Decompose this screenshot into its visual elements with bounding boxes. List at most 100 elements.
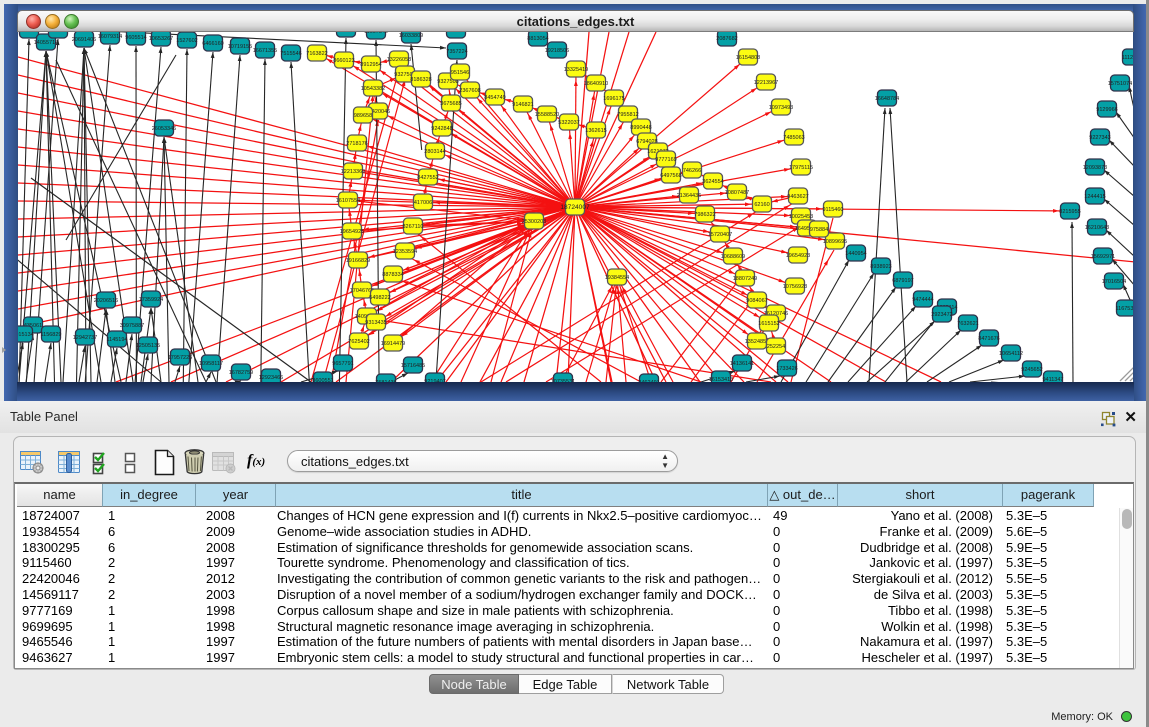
svg-text:1156829: 1156829: [40, 332, 61, 338]
svg-text:2923472: 2923472: [931, 312, 952, 318]
svg-text:19654925: 19654925: [340, 229, 364, 235]
svg-text:10688609: 10688609: [721, 254, 745, 260]
svg-text:13325419: 13325419: [564, 67, 588, 73]
svg-text:8600551: 8600551: [312, 378, 333, 382]
svg-text:2367608: 2367608: [459, 88, 480, 94]
svg-text:8215955: 8215955: [1059, 209, 1080, 215]
svg-text:6879197: 6879197: [892, 278, 913, 284]
svg-text:10653267: 10653267: [149, 36, 173, 42]
svg-text:5322037: 5322037: [558, 120, 579, 126]
svg-text:12923466: 12923466: [259, 375, 283, 381]
svg-text:20206516: 20206516: [94, 298, 118, 304]
svg-text:9146821: 9146821: [512, 102, 533, 108]
svg-text:7625402: 7625402: [348, 339, 369, 345]
svg-text:12505135: 12505135: [136, 343, 160, 349]
svg-text:8454749: 8454749: [484, 95, 505, 101]
svg-text:3624554: 3624554: [702, 179, 723, 185]
svg-text:15588520: 15588520: [535, 112, 559, 118]
svg-text:14136141: 14136141: [730, 361, 754, 367]
svg-text:18807249: 18807249: [733, 276, 757, 282]
svg-text:6497568: 6497568: [660, 173, 681, 179]
svg-text:19166829: 19166829: [346, 258, 370, 264]
svg-text:7357224: 7357224: [446, 49, 467, 55]
svg-text:2462491: 2462491: [638, 380, 659, 382]
svg-text:9245652: 9245652: [1021, 367, 1042, 373]
svg-text:9411347: 9411347: [1042, 377, 1063, 382]
svg-text:10807487: 10807487: [725, 190, 749, 196]
svg-text:1167533: 1167533: [1115, 306, 1134, 312]
svg-text:17359924: 17359924: [139, 297, 163, 303]
svg-text:26053346: 26053346: [152, 126, 176, 132]
svg-text:8990448: 8990448: [630, 125, 651, 131]
svg-text:17016504: 17016504: [1102, 279, 1126, 285]
svg-text:1733426: 1733426: [776, 366, 797, 372]
svg-text:12353594: 12353594: [393, 249, 417, 255]
svg-text:10958117: 10958117: [199, 361, 223, 367]
svg-text:1244415: 1244415: [1084, 194, 1105, 200]
svg-text:7163822: 7163822: [306, 51, 327, 57]
svg-text:9227343: 9227343: [1089, 135, 1110, 141]
svg-text:17957225: 17957225: [168, 355, 192, 361]
svg-text:9084067: 9084067: [746, 298, 767, 304]
svg-text:15716485: 15716485: [401, 363, 425, 369]
svg-text:16107554: 16107554: [336, 198, 360, 204]
svg-text:17975115: 17975115: [789, 165, 813, 171]
svg-text:1527602: 1527602: [176, 38, 197, 44]
svg-text:19384554: 19384554: [605, 275, 629, 281]
svg-text:16153413: 16153413: [709, 377, 733, 382]
svg-text:18640910: 18640910: [584, 81, 608, 87]
svg-text:9129966: 9129966: [1096, 107, 1117, 113]
svg-text:2718176: 2718176: [346, 141, 367, 147]
svg-text:16079314: 16079314: [98, 34, 122, 40]
svg-text:16033809: 16033809: [399, 33, 423, 39]
svg-text:1440954: 1440954: [845, 251, 866, 257]
svg-text:10719155: 10719155: [228, 44, 252, 50]
svg-text:9115460: 9115460: [822, 207, 843, 213]
svg-text:12093873: 12093873: [1083, 165, 1107, 171]
svg-text:16914479: 16914479: [381, 341, 405, 347]
svg-text:9777169: 9777169: [655, 157, 676, 163]
svg-text:15720407: 15720407: [708, 232, 732, 238]
svg-text:2803144: 2803144: [424, 149, 445, 155]
svg-text:10735531: 10735531: [551, 379, 575, 382]
svg-text:7581436: 7581436: [375, 380, 396, 382]
svg-text:1362615: 1362615: [585, 128, 606, 134]
svg-text:9242848: 9242848: [431, 126, 452, 132]
svg-text:20691406: 20691406: [72, 37, 96, 43]
svg-text:15751074: 15751074: [1108, 81, 1132, 87]
svg-text:8938923: 8938923: [870, 264, 891, 270]
svg-text:8813054: 8813054: [527, 36, 548, 42]
svg-text:8912954: 8912954: [360, 62, 381, 68]
svg-text:8471676: 8471676: [978, 336, 999, 342]
svg-text:30975887: 30975887: [120, 323, 144, 329]
svg-text:16671355: 16671355: [253, 48, 277, 54]
svg-text:12213369: 12213369: [341, 169, 365, 175]
svg-text:1615152: 1615152: [758, 321, 779, 327]
svg-text:8186328: 8186328: [410, 77, 431, 83]
svg-text:989658: 989658: [354, 113, 372, 119]
svg-text:13524851: 13524851: [745, 339, 769, 345]
svg-text:62160: 62160: [754, 202, 769, 208]
svg-text:19654923: 19654923: [786, 253, 810, 259]
svg-text:9463627: 9463627: [787, 194, 808, 200]
svg-text:9474444: 9474444: [912, 297, 933, 303]
svg-text:417006: 417006: [414, 200, 432, 206]
svg-text:951546: 951546: [451, 70, 469, 76]
svg-text:7515546: 7515546: [280, 51, 301, 57]
svg-text:9605514: 9605514: [125, 35, 146, 41]
svg-text:746266: 746266: [683, 168, 701, 174]
svg-text:16648784: 16648784: [875, 96, 899, 102]
svg-text:10973493: 10973493: [769, 105, 793, 111]
svg-text:1112874: 1112874: [1122, 55, 1134, 61]
svg-text:14767914: 14767914: [444, 32, 468, 34]
svg-text:13226058: 13226058: [387, 57, 411, 63]
svg-text:25300203: 25300203: [522, 219, 546, 225]
svg-text:20055514: 20055514: [18, 32, 41, 34]
svg-text:16782759: 16782759: [229, 370, 253, 376]
svg-text:14055714: 14055714: [34, 40, 58, 46]
svg-text:10654112: 10654112: [999, 351, 1023, 357]
svg-text:7485063: 7485063: [783, 135, 804, 141]
svg-text:8660123: 8660123: [333, 58, 354, 64]
svg-text:15692971: 15692971: [1091, 254, 1115, 260]
svg-text:8267110: 8267110: [402, 224, 423, 230]
